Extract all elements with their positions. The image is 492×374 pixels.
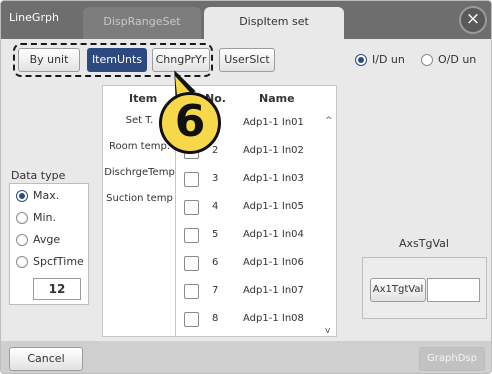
table-row[interactable]: 8 Adp1-1 In08 (177, 306, 337, 336)
row-checkbox[interactable] (184, 228, 199, 243)
row-no: 3 (212, 173, 219, 184)
axs-tg-val-title: AxsTgVal (399, 237, 449, 250)
col-header-item: Item (129, 92, 158, 105)
radio-label-od-unit: O/D un (438, 53, 477, 66)
scroll-up-icon[interactable]: ^ (325, 116, 333, 126)
cancel-button[interactable]: Cancel (9, 347, 83, 371)
radio-dot-on (16, 189, 28, 202)
tab-bar: LineGrph DispRangeSet DispItem set × (1, 1, 491, 39)
row-checkbox[interactable] (184, 200, 199, 215)
item-units-button[interactable]: ItemUnts (87, 48, 147, 72)
radio-label-spcftime: SpcfTime (33, 255, 84, 268)
radio-max[interactable]: Max. (16, 189, 59, 202)
close-icon[interactable]: × (459, 6, 487, 34)
radio-label-max: Max. (33, 189, 60, 202)
row-no: 8 (212, 313, 219, 324)
row-no: 7 (212, 285, 219, 296)
footer-bar: Cancel GraphDsp (1, 341, 491, 373)
row-no: 5 (212, 229, 219, 240)
row-no: 2 (212, 145, 219, 156)
tab-linegrph[interactable]: LineGrph (5, 5, 75, 37)
data-type-panel: Max. Min. Avge SpcfTime 12 (9, 183, 89, 305)
tab-dispitem-set[interactable]: DispItem set (204, 7, 344, 39)
tab-disprange-set[interactable]: DispRangeSet (83, 7, 201, 39)
row-name: Adp1-1 In08 (243, 313, 304, 324)
user-slct-button[interactable]: UserSlct (219, 48, 275, 72)
graph-dsp-button[interactable]: GraphDsp (419, 347, 485, 371)
radio-od-unit[interactable]: O/D un (421, 53, 476, 66)
radio-dot-off (421, 53, 433, 66)
data-type-title: Data type (11, 169, 66, 182)
radio-spcftime[interactable]: SpcfTime (16, 255, 84, 268)
row-checkbox[interactable] (184, 256, 199, 271)
row-checkbox[interactable] (184, 312, 199, 327)
row-no: 4 (212, 201, 219, 212)
table-row[interactable]: 6 Adp1-1 In06 (177, 250, 337, 280)
row-name: Adp1-1 In07 (243, 285, 304, 296)
row-name: Adp1-1 In01 (243, 117, 304, 128)
radio-id-unit[interactable]: I/D un (355, 53, 405, 66)
item-list: Set T. Room temp. DischrgeTemp Suction t… (103, 110, 176, 336)
row-name: Adp1-1 In04 (243, 229, 304, 240)
spcf-time-value-field[interactable]: 12 (33, 278, 81, 300)
radio-dot-off (16, 255, 28, 268)
radio-dot-off (16, 233, 28, 246)
scroll-down-icon[interactable]: v (325, 326, 330, 336)
row-name: Adp1-1 In05 (243, 201, 304, 212)
row-checkbox[interactable] (184, 284, 199, 299)
row-name: Adp1-1 In02 (243, 145, 304, 156)
table-row[interactable]: 3 Adp1-1 In03 (177, 166, 337, 196)
table-row[interactable]: 7 Adp1-1 In07 (177, 278, 337, 308)
ax1-tgt-val-input[interactable] (427, 278, 480, 302)
row-name: Adp1-1 In06 (243, 257, 304, 268)
radio-label-min: Min. (33, 211, 57, 224)
by-unit-button[interactable]: By unit (18, 48, 80, 72)
ax1-tgt-val-button[interactable]: Ax1TgtVal (370, 278, 426, 302)
dialog-window: LineGrph DispRangeSet DispItem set × By … (0, 0, 492, 374)
step-callout-badge: 6 (159, 92, 221, 154)
row-checkbox[interactable] (184, 172, 199, 187)
radio-label-avge: Avge (33, 233, 61, 246)
table-row[interactable]: 4 Adp1-1 In05 (177, 194, 337, 224)
row-no: 6 (212, 257, 219, 268)
radio-dot-off (16, 211, 28, 224)
col-header-name: Name (259, 92, 295, 105)
axs-tg-val-panel: Ax1TgtVal (362, 257, 487, 319)
table-row[interactable]: 5 Adp1-1 In04 (177, 222, 337, 252)
row-name: Adp1-1 In03 (243, 173, 304, 184)
radio-dot-on (355, 53, 367, 66)
list-item[interactable]: Suction temp (103, 192, 176, 222)
radio-label-id-unit: I/D un (372, 53, 405, 66)
radio-avge[interactable]: Avge (16, 233, 60, 246)
radio-min[interactable]: Min. (16, 211, 56, 224)
